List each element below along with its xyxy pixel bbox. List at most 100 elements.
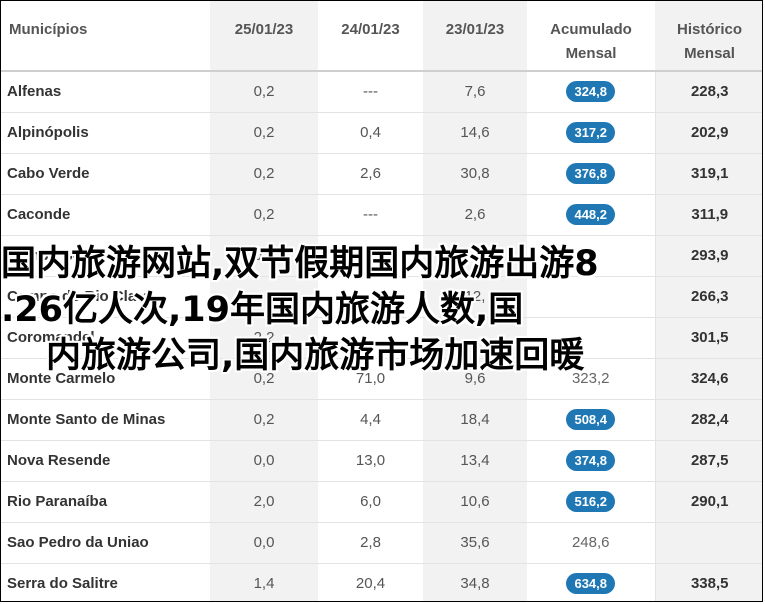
overlay-line-3: 内旅游公司,国内旅游市场加速回暖 — [46, 336, 585, 376]
value-25-01-cell: 0,2 — [210, 71, 318, 113]
municipio-name: Sao Pedro da Uniao — [7, 534, 149, 551]
historico-mensal: 319,1 — [690, 165, 729, 182]
table-header-row: Municípios 25/01/23 24/01/23 23/01/23 Ac… — [1, 1, 762, 72]
value-25-01-cell: 0,2 — [210, 112, 318, 154]
municipio-name: Rio Paranaíba — [7, 493, 108, 510]
value-23-01-cell: 30,8 — [423, 153, 527, 195]
municipio-name: Caconde — [7, 206, 71, 223]
value-23-01-cell: 13,4 — [423, 440, 527, 482]
value-25-01-cell: 0,2 — [210, 194, 318, 236]
value-25-01-cell: 0,0 — [210, 440, 318, 482]
header-date-24[interactable]: 24/01/23 — [318, 1, 423, 72]
overlay-line-2: .26亿人次,19年国内旅游人数,国 — [1, 290, 524, 330]
value-23-01-cell: 18,4 — [423, 399, 527, 441]
municipio-name: Nova Resende — [7, 452, 111, 469]
municipio-name-cell: Caconde — [1, 194, 210, 236]
historico-mensal-cell: 338,5 — [654, 563, 762, 601]
acumulado-badge: 317,2 — [566, 122, 616, 143]
historico-mensal: 202,9 — [690, 124, 729, 141]
table-row: Nova Resende 0,0 13,0 13,4 374,8 287,5 — [1, 440, 762, 482]
historico-mensal-cell: 202,9 — [654, 112, 762, 154]
municipio-name-cell: Cabo Verde — [1, 153, 210, 195]
value-23-01: 7,6 — [464, 83, 486, 101]
table-row: Alfenas 0,2 --- 7,6 324,8 228,3 — [1, 71, 762, 113]
historico-mensal-cell: 319,1 — [654, 153, 762, 195]
acumulado-mensal-cell: 374,8 — [527, 440, 655, 482]
value-23-01: 13,4 — [460, 452, 490, 469]
historico-mensal-cell: 311,9 — [654, 194, 762, 236]
municipio-name-cell: Alfenas — [1, 71, 210, 113]
acumulado-badge: 324,8 — [566, 81, 616, 103]
value-25-01-cell: 0,2 — [210, 399, 318, 441]
table-row: Sao Pedro da Uniao 0,0 2,8 35,6 248,6 — [1, 522, 762, 564]
value-25-01-cell: 0,0 — [210, 522, 318, 564]
value-25-01: 0,2 — [253, 124, 275, 141]
value-24-01-cell: 0,4 — [318, 112, 423, 154]
acumulado-mensal-cell: 516,2 — [527, 481, 655, 523]
value-24-01: 20,4 — [355, 575, 386, 592]
header-date-23[interactable]: 23/01/23 — [423, 1, 527, 72]
historico-mensal: 287,5 — [690, 452, 729, 469]
value-23-01-cell: 2,6 — [423, 194, 527, 236]
value-23-01-cell: 10,6 — [423, 481, 527, 523]
table-row: Caconde 0,2 --- 2,6 448,2 311,9 — [1, 194, 762, 236]
value-24-01: 13,0 — [355, 452, 386, 469]
value-24-01-cell: 4,4 — [318, 399, 423, 441]
municipio-name-cell: Sao Pedro da Uniao — [1, 522, 210, 564]
value-23-01-cell: 14,6 — [423, 112, 527, 154]
value-24-01: 6,0 — [360, 493, 381, 510]
acumulado-mensal-cell: 317,2 — [527, 112, 655, 154]
acumulado-mensal: 248,6 — [571, 534, 610, 551]
historico-mensal-cell: 290,1 — [654, 481, 762, 523]
value-25-01: 0,0 — [253, 534, 275, 551]
header-acumulado[interactable]: Acumulado Mensal — [527, 1, 655, 72]
acumulado-mensal-cell: 248,6 — [527, 522, 655, 564]
municipio-name: Alpinópolis — [7, 124, 89, 141]
historico-mensal: 290,1 — [690, 493, 729, 510]
historico-mensal: 311,9 — [691, 206, 729, 223]
municipio-name: Cabo Verde — [7, 165, 90, 182]
value-25-01-cell: 1,4 — [210, 563, 318, 601]
header-acumulado-line2: Mensal — [565, 45, 617, 62]
value-24-01-cell: 20,4 — [318, 563, 423, 601]
value-24-01-cell: 2,8 — [318, 522, 423, 564]
acumulado-badge: 376,8 — [566, 163, 616, 184]
value-24-01-cell: --- — [318, 194, 423, 236]
value-24-01: 0,4 — [360, 124, 381, 141]
historico-mensal-cell: 287,5 — [654, 440, 762, 482]
value-25-01: 0,0 — [253, 452, 275, 469]
overlay-line-1: 国内旅游网站,双节假期国内旅游出游8 — [1, 244, 599, 284]
header-date-25[interactable]: 25/01/23 — [210, 1, 318, 72]
historico-mensal-cell — [654, 522, 762, 564]
municipio-name-cell: Monte Santo de Minas — [1, 399, 210, 441]
value-24-01-cell: 2,6 — [318, 153, 423, 195]
value-25-01-cell: 2,0 — [210, 481, 318, 523]
value-25-01: 1,4 — [253, 575, 275, 592]
value-24-01: 4,4 — [360, 411, 381, 428]
table-row: Cabo Verde 0,2 2,6 30,8 376,8 319,1 — [1, 153, 762, 195]
acumulado-mensal-cell: 376,8 — [527, 153, 655, 195]
header-municipios[interactable]: Municípios — [1, 1, 210, 72]
table-row: Serra do Salitre 1,4 20,4 34,8 634,8 338,5 — [1, 563, 762, 601]
value-23-01: 34,8 — [460, 575, 490, 592]
municipio-name-cell: Nova Resende — [1, 440, 210, 482]
value-24-01: --- — [363, 206, 378, 223]
value-25-01: 0,2 — [253, 165, 275, 182]
historico-mensal-cell: 228,3 — [654, 71, 762, 113]
value-24-01: --- — [363, 83, 378, 101]
header-historico-line1: Histórico — [676, 21, 742, 38]
value-25-01-cell: 0,2 — [210, 153, 318, 195]
value-24-01: 2,6 — [360, 165, 381, 182]
value-23-01-cell: 35,6 — [423, 522, 527, 564]
overlay-caption: 国内旅游网站,双节假期国内旅游出游8 .26亿人次,19年国内旅游人数,国 内旅… — [1, 241, 762, 379]
header-historico[interactable]: Histórico Mensal — [655, 1, 762, 72]
value-23-01: 35,6 — [460, 534, 490, 551]
value-24-01: 2,8 — [360, 534, 381, 551]
value-23-01: 14,6 — [460, 124, 490, 141]
acumulado-badge: 634,8 — [566, 573, 616, 594]
header-acumulado-line1: Acumulado — [550, 21, 632, 38]
acumulado-mensal-cell: 324,8 — [527, 71, 655, 113]
acumulado-badge: 516,2 — [566, 491, 616, 512]
value-23-01-cell: 7,6 — [423, 71, 527, 113]
value-23-01: 18,4 — [460, 411, 490, 428]
